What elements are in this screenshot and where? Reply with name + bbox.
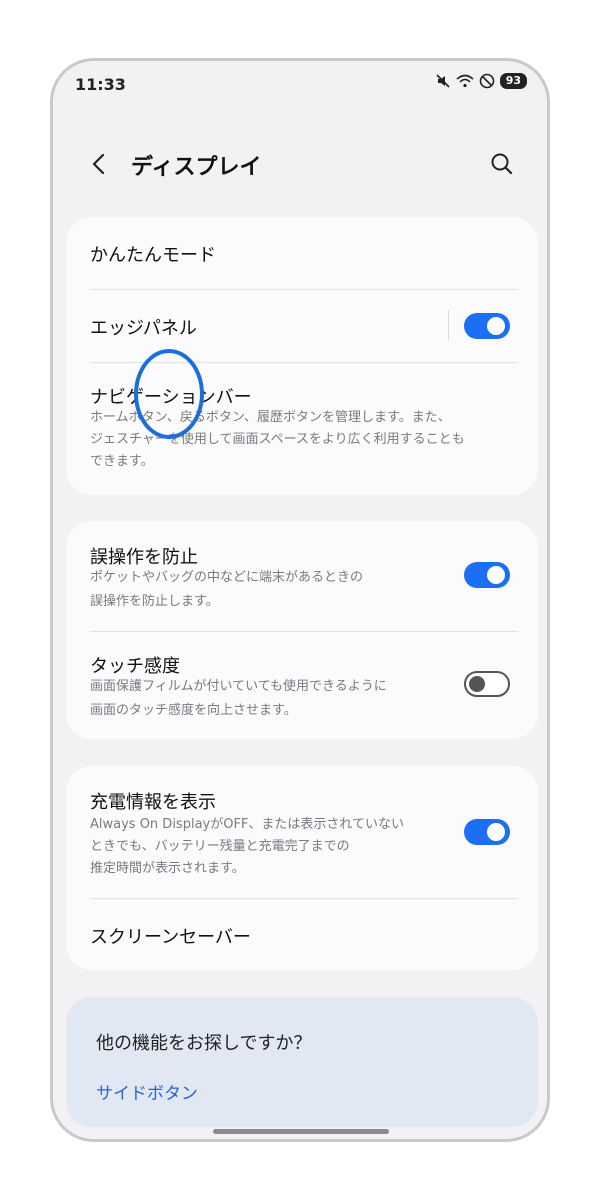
row-navigation-bar-desc-2: ジェスチャーを使用して画面スペースをより広く利用することも: [90, 432, 465, 447]
status-time: 11:33: [75, 75, 126, 94]
row-touch-sensitivity-desc-1: 画面保護フィルムが付いていても使用できるように: [90, 679, 387, 694]
charging-info-toggle[interactable]: [464, 819, 510, 845]
row-accidental-touch[interactable]: 誤操作を防止 ポケットやバッグの中などに端末があるときの 誤操作を防止します。: [66, 521, 538, 631]
mute-icon: [435, 73, 451, 89]
back-chevron-icon: [92, 153, 105, 175]
suggestions-card: 他の機能をお探しですか？ サイドボタン: [66, 997, 538, 1127]
search-icon: [491, 153, 513, 175]
row-edge-panel[interactable]: エッジパネル: [66, 290, 538, 362]
do-not-disturb-icon: [479, 73, 495, 89]
row-accidental-touch-desc-2: 誤操作を防止します。: [90, 594, 219, 609]
row-accidental-touch-desc-1: ポケットやバッグの中などに端末があるときの: [90, 570, 364, 585]
row-touch-sensitivity-desc-2: 画面のタッチ感度を向上させます。: [90, 703, 297, 718]
row-charging-info-desc-3: 推定時間が表示されます。: [90, 861, 245, 876]
row-charging-info-desc-1: Always On DisplayがOFF、または表示されていない: [90, 817, 405, 832]
status-icons: 93: [435, 73, 527, 89]
edge-panel-toggle[interactable]: [464, 313, 510, 339]
row-charging-info-title: 充電情報を表示: [90, 792, 216, 813]
row-navigation-bar-desc-1: ホームボタン、戻るボタン、履歴ボタンを管理します。また、: [90, 410, 451, 425]
battery-icon: 93: [499, 73, 527, 89]
settings-card-display: かんたんモード エッジパネル ナビゲーションバー ホームボタン、戻るボタン、履歴…: [66, 217, 538, 495]
vertical-divider: [448, 310, 449, 340]
home-indicator[interactable]: [213, 1129, 389, 1134]
row-easy-mode-title: かんたんモード: [90, 245, 216, 266]
phone-frame: 11:33 93 ディスプレイ かんたんモード エッジパネル ナビゲーションバー…: [50, 58, 550, 1142]
settings-card-charging: 充電情報を表示 Always On DisplayがOFF、または表示されていな…: [66, 766, 538, 970]
row-navigation-bar-title: ナビゲーションバー: [90, 387, 252, 408]
row-touch-sensitivity-title: タッチ感度: [90, 656, 180, 677]
suggestion-link-side-button[interactable]: サイドボタン: [96, 1079, 198, 1104]
app-header: ディスプレイ: [53, 141, 547, 191]
page-title: ディスプレイ: [131, 155, 262, 180]
row-screen-saver-title: スクリーンセーバー: [90, 927, 251, 948]
row-navigation-bar[interactable]: ナビゲーションバー ホームボタン、戻るボタン、履歴ボタンを管理します。また、 ジ…: [66, 363, 538, 495]
row-screen-saver[interactable]: スクリーンセーバー: [66, 899, 538, 970]
back-button[interactable]: [83, 147, 117, 181]
touch-sensitivity-toggle[interactable]: [464, 671, 510, 697]
row-accidental-touch-title: 誤操作を防止: [90, 547, 198, 568]
search-button[interactable]: [485, 147, 519, 181]
row-edge-panel-title: エッジパネル: [90, 318, 197, 339]
accidental-touch-toggle[interactable]: [464, 562, 510, 588]
row-navigation-bar-desc-3: できます。: [90, 454, 154, 469]
row-charging-info-desc-2: ときでも、バッテリー残量と充電完了までの: [90, 839, 350, 854]
row-touch-sensitivity[interactable]: タッチ感度 画面保護フィルムが付いていても使用できるように 画面のタッチ感度を向…: [66, 632, 538, 739]
settings-card-touch: 誤操作を防止 ポケットやバッグの中などに端末があるときの 誤操作を防止します。 …: [66, 521, 538, 739]
row-charging-info[interactable]: 充電情報を表示 Always On DisplayがOFF、または表示されていな…: [66, 766, 538, 898]
wifi-icon: [456, 73, 474, 89]
row-easy-mode[interactable]: かんたんモード: [66, 217, 538, 289]
status-bar: 11:33 93: [53, 61, 547, 109]
suggestions-title: 他の機能をお探しですか？: [96, 1033, 312, 1054]
